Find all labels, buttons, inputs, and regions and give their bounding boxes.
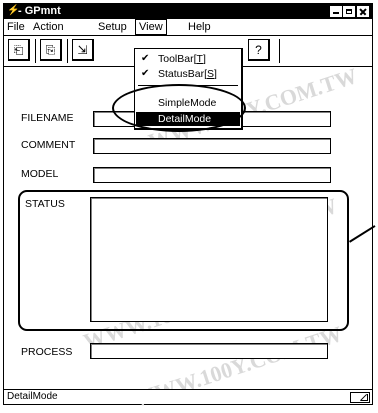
toolbar-separator [279, 39, 280, 63]
menu-bar: File Action Setup View Help [4, 19, 372, 35]
highlight-oval [112, 84, 246, 132]
process-label: PROCESS [21, 346, 73, 358]
resize-grip-icon[interactable] [350, 392, 370, 403]
check-icon: ✔ [141, 53, 150, 64]
menu-file[interactable]: File [7, 21, 25, 33]
app-window: ⚡ - GPmnt File Action Setup View Help ⎗ … [3, 3, 376, 412]
model-field[interactable] [93, 167, 331, 183]
toolbar-separator [35, 39, 36, 63]
menu-view[interactable]: View [135, 19, 167, 35]
process-field[interactable] [90, 343, 328, 359]
model-label: MODEL [21, 168, 59, 180]
menu-help[interactable]: Help [188, 21, 211, 33]
window-title: - GPmnt [18, 5, 61, 17]
open-icon: ⎗ [13, 43, 24, 57]
minimize-button[interactable] [330, 6, 342, 17]
transfer-tool-button[interactable]: ⇲ [72, 39, 94, 61]
status-label: STATUS [25, 198, 65, 210]
transfer-icon: ⇲ [77, 43, 88, 57]
view-menu-toolbar[interactable]: ✔ ToolBar[T] [136, 52, 240, 66]
menu-action[interactable]: Action [33, 21, 64, 33]
copy-icon: ⎘ [45, 43, 56, 57]
title-bar[interactable]: ⚡ - GPmnt [4, 4, 372, 19]
view-menu-statusbar[interactable]: ✔ StatusBar[S] [136, 67, 240, 81]
open-tool-button[interactable]: ⎗ [8, 39, 30, 61]
menu-setup[interactable]: Setup [98, 21, 127, 33]
copy-tool-button[interactable]: ⎘ [40, 39, 62, 61]
check-icon: ✔ [141, 68, 150, 79]
comment-field[interactable] [93, 138, 331, 154]
status-textarea[interactable] [90, 197, 328, 322]
filename-label: FILENAME [21, 112, 74, 124]
toolbar-separator [67, 39, 68, 63]
maximize-button[interactable] [343, 6, 355, 17]
comment-label: COMMENT [21, 139, 76, 151]
status-bar-text: DetailMode [7, 391, 58, 402]
help-tool-button[interactable]: ? [248, 39, 270, 61]
close-button[interactable] [357, 6, 369, 17]
help-icon: ? [255, 43, 262, 57]
callout-leader-line [349, 225, 376, 243]
status-bar: DetailMode [4, 389, 372, 404]
